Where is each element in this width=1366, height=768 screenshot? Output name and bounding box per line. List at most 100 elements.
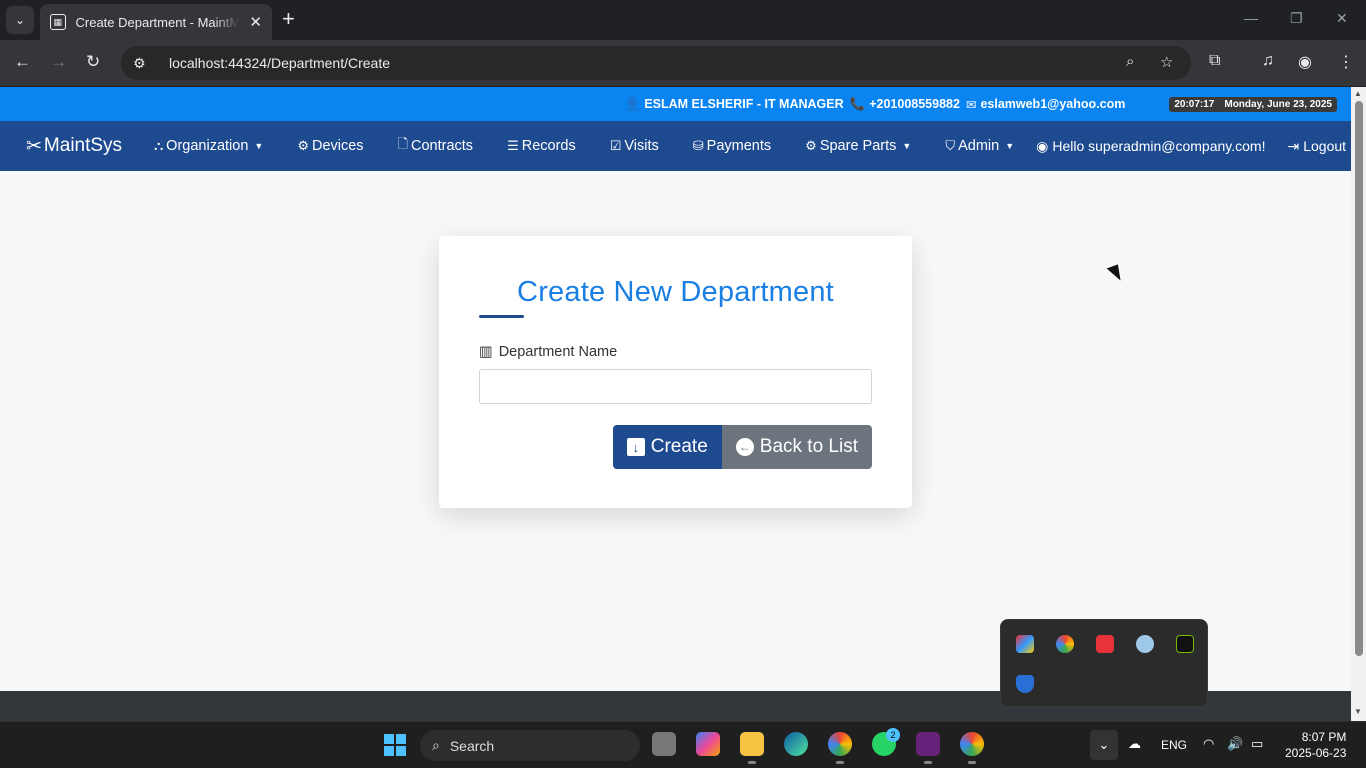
visual-studio-icon[interactable] [916,732,940,756]
tab-search-chevron-icon[interactable]: ⌄ [6,6,34,34]
chrome-profile-icon[interactable] [960,732,984,756]
app-tray-icon[interactable] [1016,635,1034,653]
sitemap-icon: ⛬ [154,138,164,153]
create-button[interactable]: ↓ Create [612,425,722,469]
file-explorer-icon[interactable] [740,732,764,756]
browser-toolbar: ← → ↻ ⚙ localhost:44324/Department/Creat… [0,40,1366,86]
copilot-icon[interactable] [696,732,720,756]
page-viewport: 👤 ESLAM ELSHERIF - IT MANAGER 📞 +201008559… [0,87,1351,691]
nav-spare-parts[interactable]: ⚙ Spare Parts ▼ [805,138,911,154]
anydesk-tray-icon[interactable] [1096,635,1114,653]
file-icon: 🗋 [397,136,408,151]
user-icon: 👤 [624,96,641,111]
info-email: ✉ eslamweb1@yahoo.com [965,97,1126,112]
nvidia-tray-icon[interactable] [1176,635,1194,653]
new-tab-icon[interactable]: + [282,8,295,30]
windows-taskbar: ⌕ Search 2 ⌄ ☁ ENG ◠ 🔊 ▭ 8:07 PM 2025-06… [0,721,1366,768]
scroll-up-icon[interactable]: ▲ [1354,89,1362,98]
shield-icon: ⛉ [945,138,956,153]
minimize-icon[interactable]: — [1244,10,1258,26]
language-indicator[interactable]: ENG [1161,738,1187,752]
caret-down-icon: ▼ [902,141,912,151]
whatsapp-badge: 2 [886,728,900,742]
form-actions: ↓ Create ← Back to List [479,425,872,469]
forward-arrow-icon[interactable]: → [50,52,67,72]
chip-icon: ⚙ [297,138,309,153]
user-greeting[interactable]: ◉ Hello superadmin@company.com! [1036,138,1265,155]
tray-overflow-popup [1000,619,1208,707]
profile-icon[interactable]: ◉ [1298,52,1312,72]
coins-icon: ⛁ [692,138,704,153]
clock-time: 20:07:17 [1174,98,1215,110]
page-title: Create New Department [517,276,834,308]
zoom-icon[interactable]: ⌕ [1126,53,1134,70]
tray-chevron-icon[interactable]: ⌄ [1090,730,1118,760]
mail-icon: ✉ [965,97,977,112]
database-tray-icon[interactable] [1136,635,1154,653]
taskbar-clock[interactable]: 8:07 PM 2025-06-23 [1285,729,1346,761]
mouse-cursor-icon [1106,264,1124,284]
main-navbar: ✂ MaintSys ⛬ Organization ▼ ⚙ Devices 🗋 Cont… [0,121,1351,171]
live-clock: 20:07:17 Monday, June 23, 2025 [1169,96,1337,112]
back-to-list-button[interactable]: ← Back to List [721,425,872,469]
back-arrow-icon[interactable]: ← [14,52,31,72]
title-underline [479,315,524,318]
download-icon: ↓ [626,438,645,456]
user-circle-icon: ◉ [1036,137,1049,154]
nav-admin[interactable]: ⛉ Admin ▼ [945,138,1014,154]
tab-close-icon[interactable]: ✕ [249,13,262,31]
caret-down-icon: ▼ [1005,141,1015,151]
browser-tray-icon[interactable] [1056,635,1074,653]
chrome-icon[interactable] [828,732,852,756]
nav-devices[interactable]: ⚙ Devices [297,138,363,154]
site-info-icon[interactable]: ⚙ [133,55,157,72]
nav-records[interactable]: ☰ Records [507,138,576,154]
brand-logo[interactable]: ✂ MaintSys [26,135,122,158]
logout-link[interactable]: ⇥ Logout [1287,138,1346,155]
page-scrollbar[interactable]: ▲ ▼ [1351,87,1366,721]
address-bar[interactable]: ⚙ localhost:44324/Department/Create ⌕ ☆ [121,46,1191,80]
building-icon: ▥ [479,344,493,360]
browser-tab-strip: ⌄ ▦ Create Department - MaintMaster ✕ + … [0,0,1366,40]
nav-organization[interactable]: ⛬ Organization ▼ [154,138,263,154]
onedrive-icon[interactable]: ☁ [1128,736,1141,752]
tools-icon: ✂ [26,135,42,157]
nav-visits[interactable]: ☑ Visits [610,138,659,154]
nav-contracts[interactable]: 🗋 Contracts [398,135,474,157]
windows-start-icon[interactable] [384,734,406,756]
wifi-icon[interactable]: ◠ [1203,736,1214,752]
scroll-thumb[interactable] [1355,101,1363,656]
clock-date: Monday, June 23, 2025 [1224,98,1332,110]
url-text[interactable]: localhost:44324/Department/Create [169,55,390,71]
window-close-icon[interactable]: ✕ [1336,10,1348,27]
arrow-left-circle-icon: ← [735,438,754,456]
security-shield-tray-icon[interactable] [1016,675,1034,693]
battery-icon[interactable]: ▭ [1251,736,1263,752]
edge-icon[interactable] [784,732,808,756]
menu-kebab-icon[interactable]: ⋮ [1338,52,1354,72]
phone-icon: 📞 [849,96,866,111]
department-name-input[interactable] [479,369,872,404]
department-name-label: ▥ Department Name [479,344,618,360]
top-info-bar: 👤 ESLAM ELSHERIF - IT MANAGER 📞 +201008559… [0,87,1351,121]
info-user: 👤 ESLAM ELSHERIF - IT MANAGER [624,96,844,112]
calendar-check-icon: ☑ [609,138,622,153]
media-control-icon[interactable]: ♫ [1262,52,1274,70]
restore-icon[interactable]: ❐ [1290,10,1303,27]
info-phone: 📞 +201008559882 [849,96,960,112]
bookmark-star-icon[interactable]: ☆ [1160,53,1173,71]
gear-icon: ⚙ [805,138,817,153]
search-icon: ⌕ [432,737,440,753]
create-department-card: Create New Department ▥ Department Name … [439,236,912,508]
extensions-icon[interactable]: ⧉ [1209,52,1220,70]
browser-tab[interactable]: ▦ Create Department - MaintMaster ✕ [40,4,272,40]
task-view-icon[interactable] [652,732,676,756]
nav-payments[interactable]: ⛁ Payments [693,138,771,154]
caret-down-icon: ▼ [254,141,264,151]
reload-icon[interactable]: ↻ [86,52,100,72]
favicon-icon: ▦ [50,14,66,30]
tab-title: Create Department - MaintMaster [75,14,240,30]
taskbar-search[interactable]: ⌕ Search [420,730,640,761]
scroll-down-icon[interactable]: ▼ [1354,707,1362,716]
volume-icon[interactable]: 🔊 [1227,736,1243,752]
